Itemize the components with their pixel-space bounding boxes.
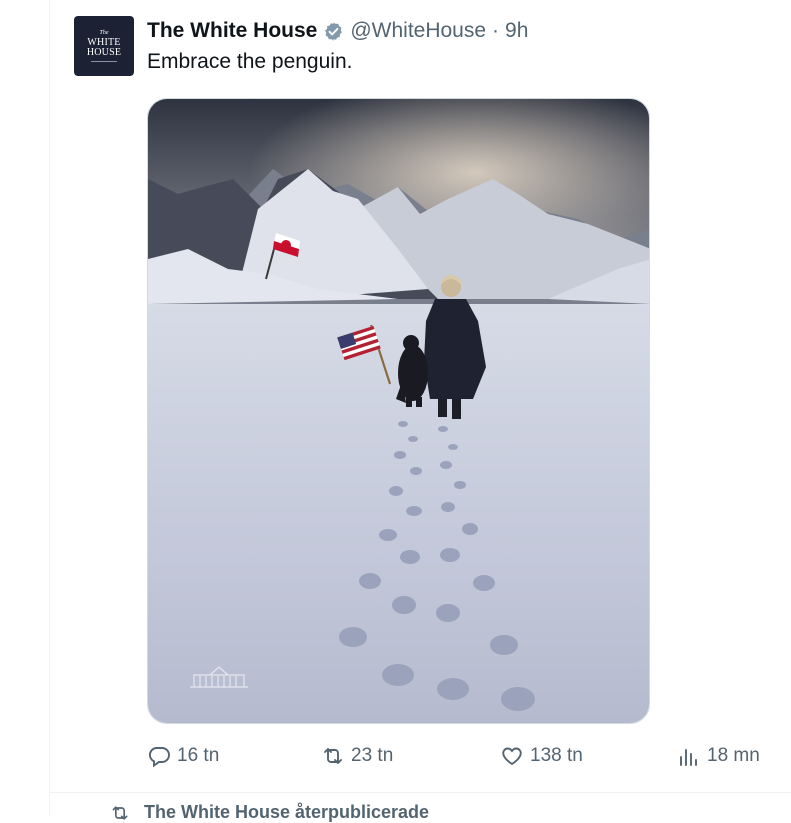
avatar-line-1: The (99, 30, 109, 36)
heart-icon (502, 747, 522, 766)
reply-button[interactable]: 16 tn (147, 744, 219, 768)
tweet-timestamp[interactable]: 9h (505, 19, 528, 43)
repost-icon (324, 748, 342, 764)
next-item-repost-label[interactable]: The White House återpublicerade (110, 802, 429, 823)
views-bar-chart-icon (680, 749, 697, 766)
next-item-text: The White House återpublicerade (144, 802, 430, 822)
reply-icon (148, 747, 170, 768)
like-count: 138 tn (530, 745, 583, 766)
verified-badge-icon[interactable] (323, 21, 344, 42)
repost-icon (112, 805, 128, 820)
tweet-actions: 16 tn 23 tn 138 tn 18 mn (147, 744, 777, 774)
tweet-header: The White House @WhiteHouse · 9h (147, 16, 528, 46)
views-count: 18 mn (707, 745, 760, 766)
penguin-photo (148, 99, 649, 723)
tweet-divider (50, 792, 791, 793)
tweet[interactable]: The WHITE HOUSE The White House @WhiteHo… (50, 0, 791, 816)
repost-button[interactable]: 23 tn (321, 744, 393, 768)
reply-count: 16 tn (177, 745, 220, 766)
header-separator: · (492, 19, 500, 42)
avatar-rule (91, 61, 117, 62)
repost-count: 23 tn (351, 745, 394, 766)
tweet-media-image[interactable] (147, 98, 650, 724)
author-name[interactable]: The White House (147, 19, 317, 43)
author-handle[interactable]: @WhiteHouse (350, 19, 486, 43)
views-button[interactable]: 18 mn (677, 744, 760, 768)
avatar-line-3: HOUSE (86, 47, 122, 58)
tweet-text: Embrace the penguin. (147, 50, 353, 73)
avatar[interactable]: The WHITE HOUSE (74, 16, 134, 76)
like-button[interactable]: 138 tn (500, 744, 583, 768)
